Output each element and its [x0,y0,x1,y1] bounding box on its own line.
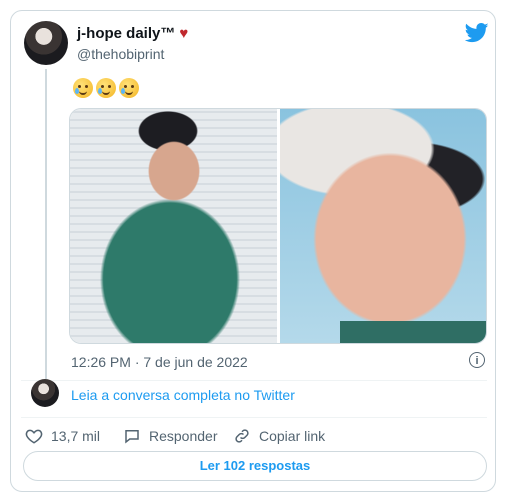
link-icon [235,429,249,443]
divider [21,417,487,418]
author-avatar[interactable] [24,21,68,65]
author-name[interactable]: j-hope daily™ ♥ [77,25,188,42]
photo-left[interactable] [70,109,277,343]
reply-bubble-icon [125,430,139,444]
twitter-bird-icon[interactable] [465,23,489,43]
read-conversation-link[interactable]: Leia a conversa completa no Twitter [71,387,295,403]
heart-outline-icon [25,429,43,444]
heart-icon: ♥ [179,25,189,42]
author-handle[interactable]: @thehobiprint [77,46,164,62]
embedded-tweet-card: j-hope daily™ ♥ @thehobiprint 12:26 PM · … [10,10,496,492]
divider [21,380,487,381]
read-replies-button[interactable]: Ler 102 respostas [23,451,487,481]
tweet-media[interactable] [69,108,487,344]
face-holding-back-tears-icon [119,78,139,99]
likes-count: 13,7 mil [51,428,101,444]
reply-avatar [31,379,59,407]
thread-line [45,69,47,379]
tweet-timestamp[interactable]: 12:26 PM · 7 de jun de 2022 [71,354,248,370]
info-icon[interactable]: i [469,352,485,368]
emoji-row [73,77,142,99]
face-holding-back-tears-icon [96,78,116,99]
like-action[interactable]: 13,7 mil [25,427,100,445]
reply-action[interactable]: Responder [123,427,218,445]
copy-link-action[interactable]: Copiar link [233,427,325,445]
photo-right[interactable] [280,109,486,343]
reply-label: Responder [149,428,218,444]
author-name-text[interactable]: j-hope daily™ [77,25,175,42]
copy-link-label: Copiar link [259,428,326,444]
face-holding-back-tears-icon [73,78,93,99]
